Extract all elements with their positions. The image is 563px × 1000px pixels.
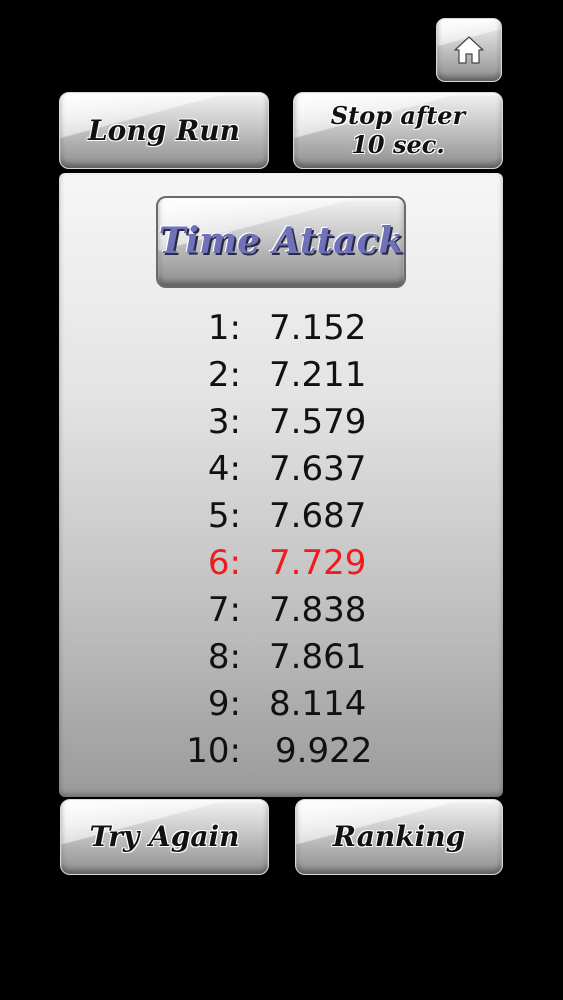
- rank-time: 7.838: [269, 590, 367, 630]
- rank-time: 7.729: [269, 543, 367, 583]
- rank-number: 1:: [207, 308, 241, 348]
- rank-time: 7.152: [269, 308, 367, 348]
- ranking-row: 5: 7.687: [59, 494, 503, 541]
- rank-number: 7:: [207, 590, 241, 630]
- ranking-row: 9: 8.114: [59, 682, 503, 729]
- ranking-row: 2: 7.211: [59, 353, 503, 400]
- rank-number: 9:: [207, 684, 241, 724]
- time-attack-button[interactable]: Time Attack: [156, 196, 406, 288]
- rank-number: 8:: [207, 637, 241, 677]
- home-icon: [453, 35, 485, 65]
- ranking-label: Ranking: [332, 820, 466, 854]
- rank-number: 2:: [207, 355, 241, 395]
- rank-time: 7.211: [269, 355, 367, 395]
- ranking-row: 1: 7.152: [59, 306, 503, 353]
- rank-time: 9.922: [275, 731, 373, 771]
- rank-time: 7.687: [269, 496, 367, 536]
- stop-after-button[interactable]: Stop after 10 sec.: [293, 92, 503, 169]
- rank-time: 8.114: [269, 684, 367, 724]
- ranking-row: 7: 7.838: [59, 588, 503, 635]
- ranking-list: 1: 7.152 2: 7.211 3: 7.579 4: 7.637 5: 7.687 6: 7.7…: [59, 306, 503, 776]
- ranking-row: 8: 7.861: [59, 635, 503, 682]
- rank-time: 7.579: [269, 402, 367, 442]
- ranking-panel: Time Attack 1: 7.152 2: 7.211 3: 7.579 4: 7.637…: [59, 173, 503, 797]
- stop-after-line2: 10 sec.: [351, 129, 445, 159]
- rank-number: 5:: [207, 496, 241, 536]
- try-again-label: Try Again: [89, 820, 240, 854]
- stop-after-label: Stop after 10 sec.: [330, 100, 466, 160]
- ranking-row: 10: 9.922: [59, 729, 503, 776]
- ranking-row: 3: 7.579: [59, 400, 503, 447]
- long-run-button[interactable]: Long Run: [59, 92, 269, 169]
- try-again-button[interactable]: Try Again: [60, 799, 269, 875]
- rank-time: 7.637: [269, 449, 367, 489]
- home-button[interactable]: [436, 18, 502, 82]
- ranking-row: 6: 7.729: [59, 541, 503, 588]
- rank-number: 6:: [207, 543, 241, 583]
- ranking-row: 4: 7.637: [59, 447, 503, 494]
- stop-after-line1: Stop after: [330, 100, 466, 130]
- long-run-label: Long Run: [87, 113, 241, 147]
- rank-time: 7.861: [269, 637, 367, 677]
- rank-number: 3:: [207, 402, 241, 442]
- rank-number: 4:: [207, 449, 241, 489]
- rank-number: 10:: [186, 731, 241, 771]
- time-attack-label: Time Attack: [158, 220, 404, 263]
- ranking-button[interactable]: Ranking: [295, 799, 503, 875]
